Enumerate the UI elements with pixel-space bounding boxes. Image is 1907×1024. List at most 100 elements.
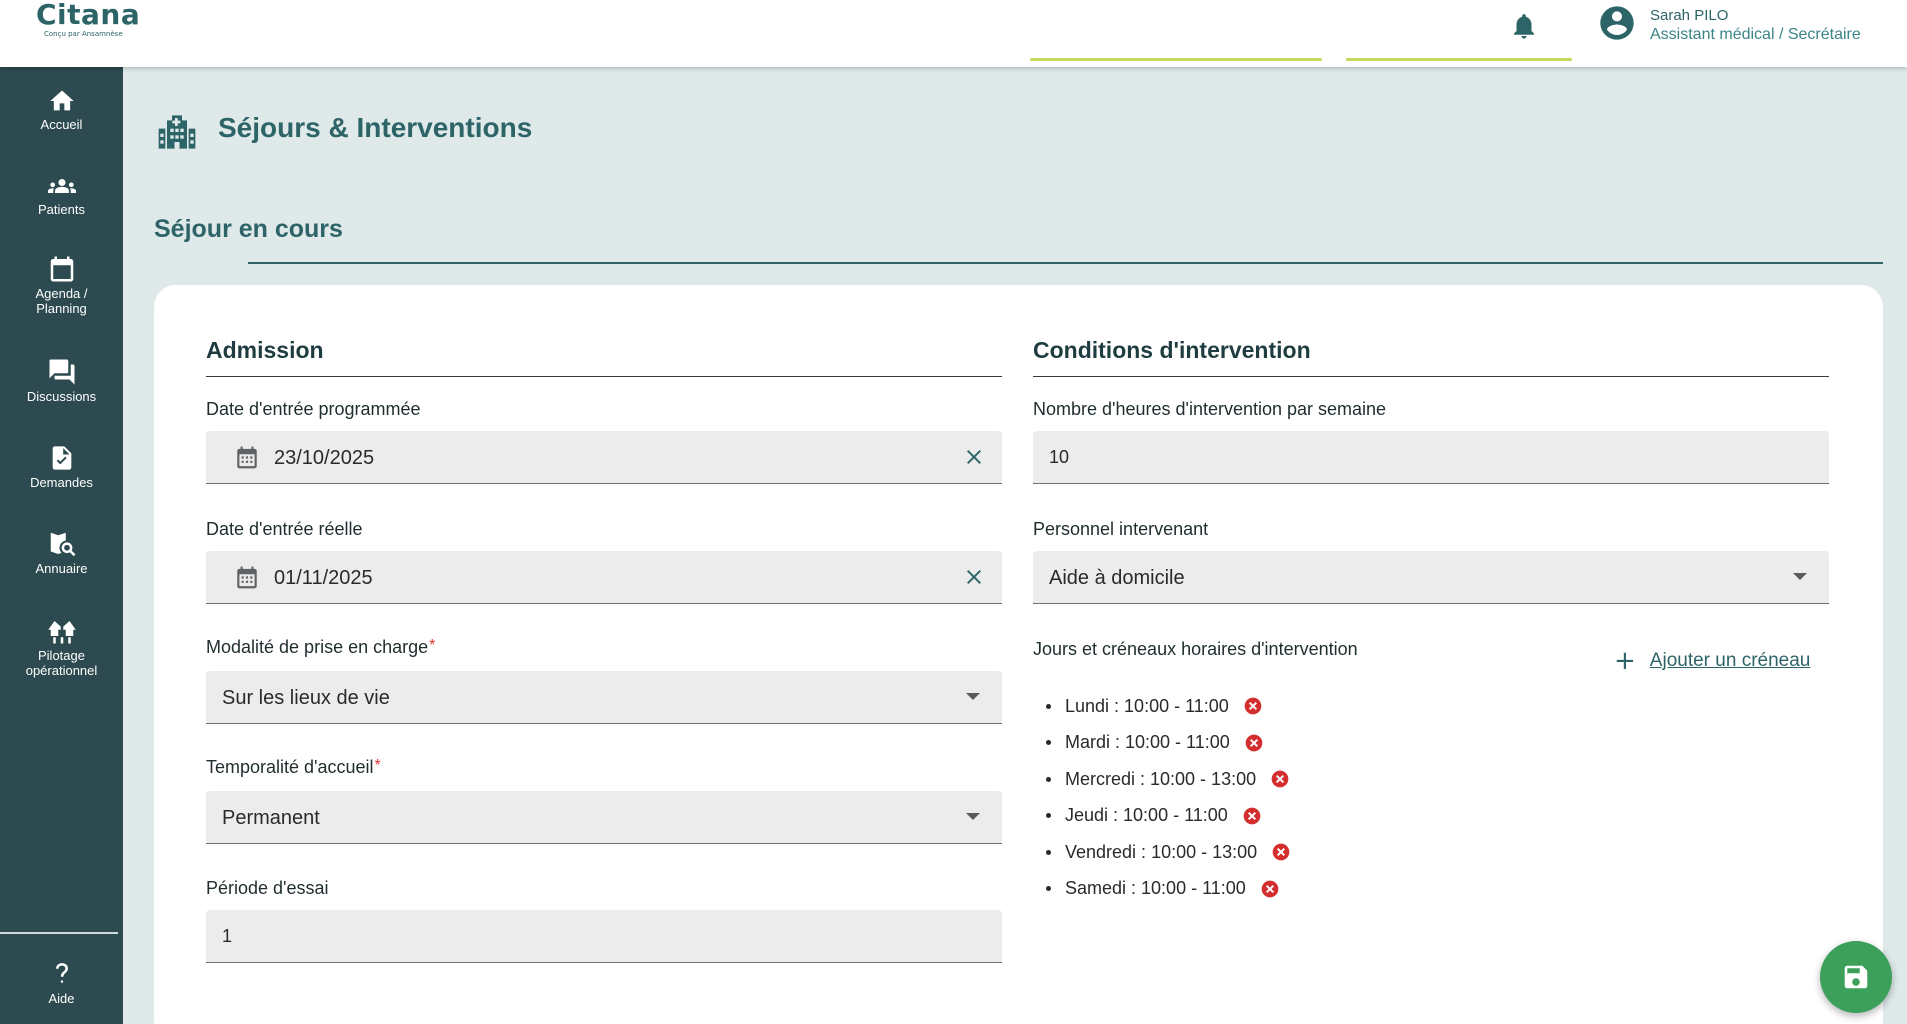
directory-icon (50, 532, 75, 557)
sidebar: Accueil Patients Agenda / Planning Discu… (0, 54, 123, 1024)
remove-circle-icon[interactable] (1270, 769, 1290, 789)
required-asterisk: * (429, 637, 436, 654)
bell-icon[interactable] (1509, 10, 1539, 42)
essai-field[interactable]: 1 (206, 910, 1002, 963)
remove-circle-icon[interactable] (1242, 806, 1262, 826)
sidebar-item-accueil[interactable]: Accueil (0, 87, 123, 132)
chevron-down-icon (966, 813, 980, 820)
sidebar-item-patients[interactable]: Patients (0, 172, 123, 217)
heures-value: 10 (1049, 447, 1070, 467)
list-item: Lundi : 10:00 - 11:00 (1046, 688, 1291, 725)
date-prevue-label: Date d'entrée programmée (206, 399, 421, 419)
date-reelle-value: 01/11/2025 (274, 567, 373, 589)
slot-text: Lundi : 10:00 - 11:00 (1065, 695, 1229, 716)
admission-heading: Admission (206, 337, 324, 363)
slot-text: Samedi : 10:00 - 11:00 (1065, 878, 1246, 899)
user-name[interactable]: Sarah PILO (1650, 7, 1728, 24)
list-item: Samedi : 10:00 - 11:00 (1046, 871, 1291, 908)
chat-icon (49, 359, 74, 385)
required-asterisk: * (374, 757, 381, 774)
sidebar-item-label: Pilotage opérationnel (25, 648, 98, 678)
sidebar-item-demandes[interactable]: Demandes (0, 443, 123, 490)
creneaux-label: Jours et créneaux horaires d'interventio… (1033, 639, 1358, 659)
bullet (1046, 886, 1051, 892)
modalite-label: Modalité de prise en charge* (206, 637, 435, 658)
conditions-heading: Conditions d'intervention (1033, 337, 1311, 363)
logo-text: Citana (36, 0, 141, 31)
modalite-label-text: Modalité de prise en charge (206, 637, 429, 657)
calendar-icon (50, 256, 73, 282)
add-slot-label: Ajouter un créneau (1649, 650, 1811, 671)
sidebar-item-label: Patients (38, 202, 85, 217)
sidebar-item-annuaire[interactable]: Annuaire (0, 529, 123, 576)
top-header: Citana Conçu par Ansamnèse Sarah PILO As… (0, 0, 1907, 67)
chevron-down-icon (1793, 573, 1807, 580)
document-icon (52, 446, 71, 470)
close-icon[interactable] (962, 565, 986, 589)
date-prevue-value: 23/10/2025 (274, 447, 375, 469)
tab-indicator (1030, 58, 1322, 61)
slot-text: Vendredi : 10:00 - 13:00 (1065, 841, 1258, 862)
remove-circle-icon[interactable] (1271, 842, 1291, 862)
sidebar-item-discussions[interactable]: Discussions (0, 357, 123, 404)
sidebar-divider (0, 932, 118, 934)
date-prevue-field[interactable]: 23/10/2025 (206, 431, 1002, 484)
temporalite-select[interactable]: Permanent (206, 791, 1002, 844)
bullet (1046, 740, 1051, 746)
sidebar-item-label: Accueil (40, 117, 83, 132)
calendar-icon[interactable] (234, 444, 260, 471)
section-divider (248, 262, 1883, 264)
sidebar-item-label: Discussions (26, 389, 97, 404)
list-item: Mercredi : 10:00 - 13:00 (1046, 761, 1291, 798)
section-title: Séjour en cours (154, 215, 343, 243)
pilotage-icon (47, 621, 76, 644)
temporalite-label: Temporalité d'accueil* (206, 757, 381, 778)
plus-icon: + (1614, 646, 1636, 676)
sidebar-item-label: Demandes (30, 475, 93, 490)
home-icon (49, 90, 74, 111)
list-item: Mardi : 10:00 - 11:00 (1046, 725, 1291, 762)
remove-circle-icon[interactable] (1260, 879, 1280, 899)
slot-list: Lundi : 10:00 - 11:00 Mardi : 10:00 - 11… (1046, 688, 1291, 907)
slot-text: Mardi : 10:00 - 11:00 (1065, 732, 1230, 753)
bullet (1046, 813, 1051, 819)
save-button[interactable] (1820, 941, 1892, 1013)
bullet (1046, 703, 1051, 709)
sidebar-item-agenda[interactable]: Agenda / Planning (0, 254, 123, 316)
date-reelle-label: Date d'entrée réelle (206, 519, 363, 539)
close-icon[interactable] (962, 445, 986, 469)
essai-value: 1 (222, 926, 233, 946)
user-role: Assistant médical / Secrétaire (1650, 26, 1861, 43)
modalite-select[interactable]: Sur les lieux de vie (206, 671, 1002, 724)
slot-text: Mercredi : 10:00 - 13:00 (1065, 768, 1257, 789)
save-icon (1844, 965, 1868, 989)
sidebar-item-label: Annuaire (35, 561, 88, 576)
list-item: Vendredi : 10:00 - 13:00 (1046, 834, 1291, 871)
personnel-select[interactable]: Aide à domicile (1033, 551, 1829, 604)
remove-circle-icon[interactable] (1244, 733, 1264, 753)
account-icon[interactable] (1597, 3, 1637, 43)
add-slot-button[interactable]: + Ajouter un créneau (1614, 646, 1811, 676)
sidebar-item-pilotage[interactable]: Pilotage opérationnel (0, 616, 123, 678)
citana-logo[interactable]: Citana Conçu par Ansamnèse (36, 0, 141, 38)
personnel-label: Personnel intervenant (1033, 519, 1209, 539)
slot-text: Jeudi : 10:00 - 11:00 (1065, 805, 1228, 826)
admission-divider (206, 376, 1002, 377)
list-item: Jeudi : 10:00 - 11:00 (1046, 798, 1291, 835)
temporalite-value: Permanent (222, 807, 320, 829)
tab-indicator (1346, 58, 1572, 61)
heures-label: Nombre d'heures d'intervention par semai… (1033, 399, 1387, 419)
heures-field[interactable]: 10 (1033, 431, 1829, 484)
bullet (1046, 776, 1051, 782)
chevron-down-icon (966, 693, 980, 700)
hospital-icon (158, 115, 196, 149)
conditions-divider (1033, 376, 1829, 377)
logo-tagline: Conçu par Ansamnèse (44, 30, 123, 38)
sidebar-item-aide[interactable]: Aide (0, 959, 123, 1006)
remove-circle-icon[interactable] (1243, 696, 1263, 716)
sidebar-item-label: Agenda / Planning (35, 286, 88, 316)
temporalite-label-text: Temporalité d'accueil (206, 757, 374, 777)
page-title: Séjours & Interventions (218, 112, 533, 143)
calendar-icon[interactable] (234, 564, 260, 591)
date-reelle-field[interactable]: 01/11/2025 (206, 551, 1002, 604)
